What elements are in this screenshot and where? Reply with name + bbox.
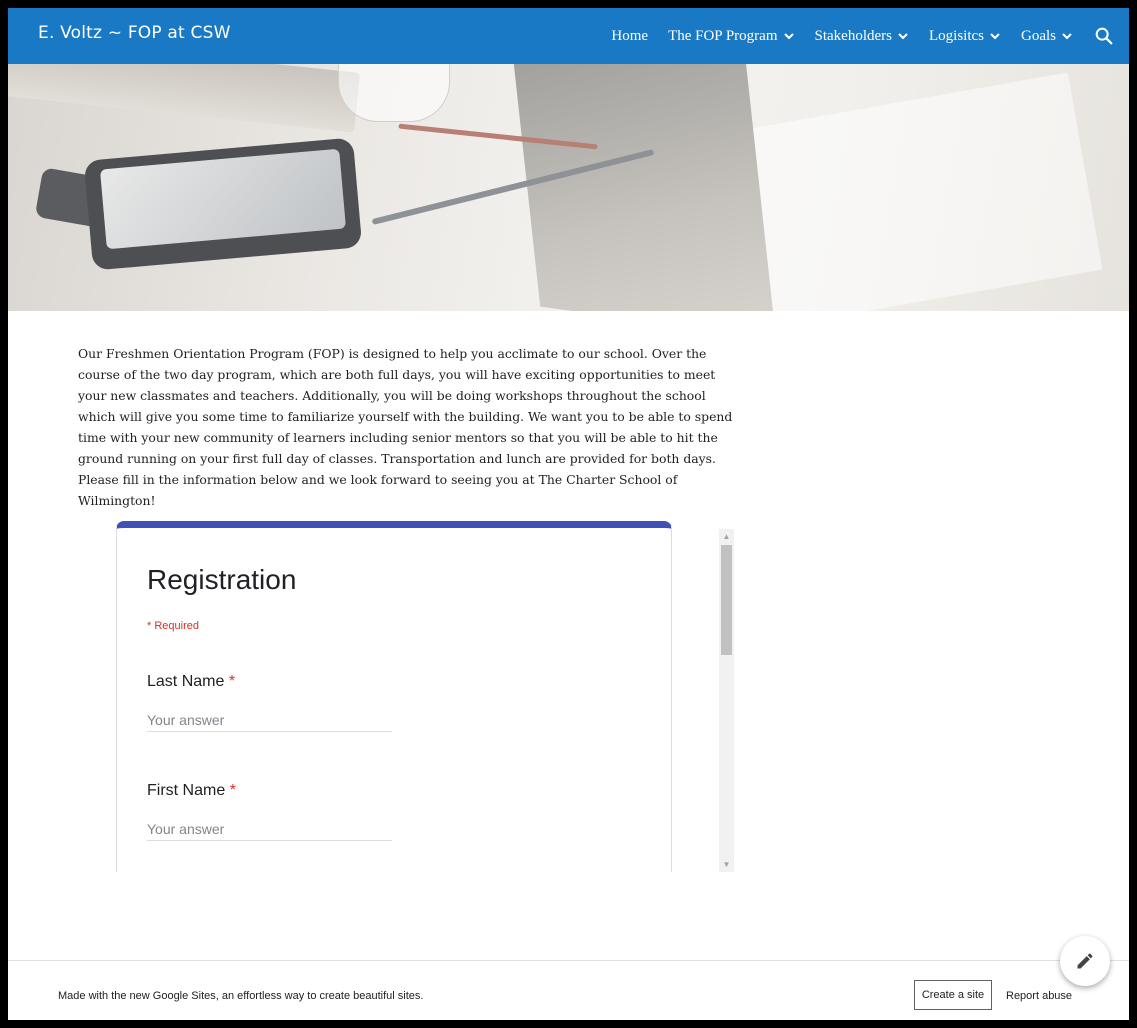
form-scrollbar[interactable]: ▲ ▼ bbox=[719, 529, 734, 872]
made-with-google-sites-text: Made with the new Google Sites, an effor… bbox=[58, 990, 424, 1002]
first-name-input[interactable] bbox=[147, 818, 392, 841]
pencil-icon bbox=[1077, 953, 1093, 969]
nav-item-home[interactable]: Home bbox=[611, 28, 648, 45]
top-navigation-bar: E. Voltz ~ FOP at CSW Home The FOP Progr… bbox=[8, 8, 1129, 64]
nav-item-goals[interactable]: Goals bbox=[1021, 28, 1073, 45]
scroll-down-arrow-icon[interactable]: ▼ bbox=[719, 857, 734, 872]
main-nav: Home The FOP Program Stakeholders Logisi… bbox=[611, 8, 1129, 64]
nav-item-label: The FOP Program bbox=[668, 27, 778, 44]
nav-item-label: Stakeholders bbox=[814, 27, 892, 44]
nav-item-label: Home bbox=[611, 27, 649, 44]
nav-item-label: Logisitcs bbox=[929, 27, 984, 44]
nav-item-fop-program[interactable]: The FOP Program bbox=[668, 28, 794, 45]
scrollbar-thumb[interactable] bbox=[721, 545, 732, 655]
required-asterisk: * bbox=[228, 673, 236, 690]
site-title[interactable]: E. Voltz ~ FOP at CSW bbox=[38, 23, 231, 43]
question-label-last-name: Last Name * bbox=[147, 673, 235, 691]
question-label-text: First Name bbox=[147, 782, 226, 799]
nav-item-label: Goals bbox=[1021, 27, 1056, 44]
page: E. Voltz ~ FOP at CSW Home The FOP Progr… bbox=[8, 8, 1129, 1020]
intro-paragraph: Our Freshmen Orientation Program (FOP) i… bbox=[78, 346, 733, 508]
embedded-form: Registration * Required Last Name * Firs… bbox=[116, 521, 736, 872]
scroll-up-arrow-icon[interactable]: ▲ bbox=[719, 529, 734, 544]
chevron-down-icon bbox=[783, 33, 794, 40]
hero-banner-image bbox=[8, 64, 1129, 311]
question-label-first-name: First Name * bbox=[147, 782, 236, 800]
nav-item-stakeholders[interactable]: Stakeholders bbox=[815, 28, 909, 45]
form-title: Registration bbox=[147, 564, 297, 595]
required-asterisk: * bbox=[229, 782, 236, 799]
form-card: Registration * Required Last Name * Firs… bbox=[116, 521, 672, 872]
chevron-down-icon bbox=[898, 33, 908, 40]
site-footer: Made with the new Google Sites, an effor… bbox=[8, 960, 1129, 1020]
question-label-text: Last Name bbox=[147, 673, 225, 690]
last-name-input[interactable] bbox=[147, 709, 392, 732]
nav-item-logistics[interactable]: Logisitcs bbox=[929, 28, 1001, 45]
required-note: * Required bbox=[147, 620, 199, 632]
create-site-button[interactable]: Create a site bbox=[914, 980, 992, 1010]
report-abuse-link[interactable]: Report abuse bbox=[1006, 990, 1074, 1002]
chevron-down-icon bbox=[990, 33, 1000, 40]
search-icon[interactable] bbox=[1093, 25, 1115, 47]
chevron-down-icon bbox=[1062, 33, 1072, 40]
edit-fab-button[interactable] bbox=[1060, 936, 1110, 986]
